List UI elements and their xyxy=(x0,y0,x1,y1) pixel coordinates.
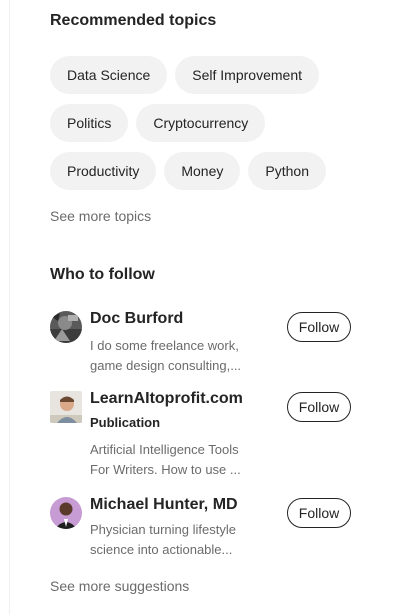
person-bio-line: Physician turning lifestyle xyxy=(90,522,236,537)
person-name[interactable]: LearnAItoprofit.com xyxy=(90,390,243,408)
avatar-image-icon xyxy=(50,391,82,423)
avatar-image-icon xyxy=(50,497,82,529)
topic-chip-money[interactable]: Money xyxy=(164,152,241,190)
follow-button[interactable]: Follow xyxy=(287,392,351,422)
person-name[interactable]: Doc Burford xyxy=(90,310,183,328)
who-to-follow-heading: Who to follow xyxy=(50,266,155,283)
topic-chips: Data Science Self Improvement Politics C… xyxy=(50,56,370,190)
topic-chip-cryptocurrency[interactable]: Cryptocurrency xyxy=(136,104,266,142)
panel-divider xyxy=(9,0,10,615)
person-bio-line: game design consulting,... xyxy=(90,358,242,373)
person-bio-line: science into actionable... xyxy=(90,542,233,557)
person-bio: Physician turning lifestyle science into… xyxy=(90,520,250,560)
topic-chip-python[interactable]: Python xyxy=(248,152,326,190)
avatar[interactable] xyxy=(50,391,82,423)
person-bio-line: For Writers. How to use ... xyxy=(90,462,241,477)
see-more-suggestions-link[interactable]: See more suggestions xyxy=(50,578,189,594)
avatar[interactable] xyxy=(50,311,82,343)
person-bio-line: I do some freelance work, xyxy=(90,338,239,353)
topic-chip-self-improvement[interactable]: Self Improvement xyxy=(175,56,319,94)
person-bio-line: Artificial Intelligence Tools xyxy=(90,442,239,457)
person-name[interactable]: Michael Hunter, MD xyxy=(90,496,238,514)
recommended-topics-heading: Recommended topics xyxy=(50,12,217,29)
publication-label: Publication xyxy=(90,415,161,430)
person-bio: I do some freelance work, game design co… xyxy=(90,336,250,376)
topic-chip-politics[interactable]: Politics xyxy=(50,104,129,142)
topic-chip-data-science[interactable]: Data Science xyxy=(50,56,168,94)
sidebar-panel: Recommended topics Data Science Self Imp… xyxy=(0,0,411,615)
avatar-image-icon xyxy=(50,311,82,343)
person-bio: Artificial Intelligence Tools For Writer… xyxy=(90,440,250,480)
follow-button[interactable]: Follow xyxy=(287,312,351,342)
topic-chip-productivity[interactable]: Productivity xyxy=(50,152,157,190)
avatar[interactable] xyxy=(50,497,82,529)
see-more-topics-link[interactable]: See more topics xyxy=(50,208,151,224)
follow-button[interactable]: Follow xyxy=(287,498,351,528)
